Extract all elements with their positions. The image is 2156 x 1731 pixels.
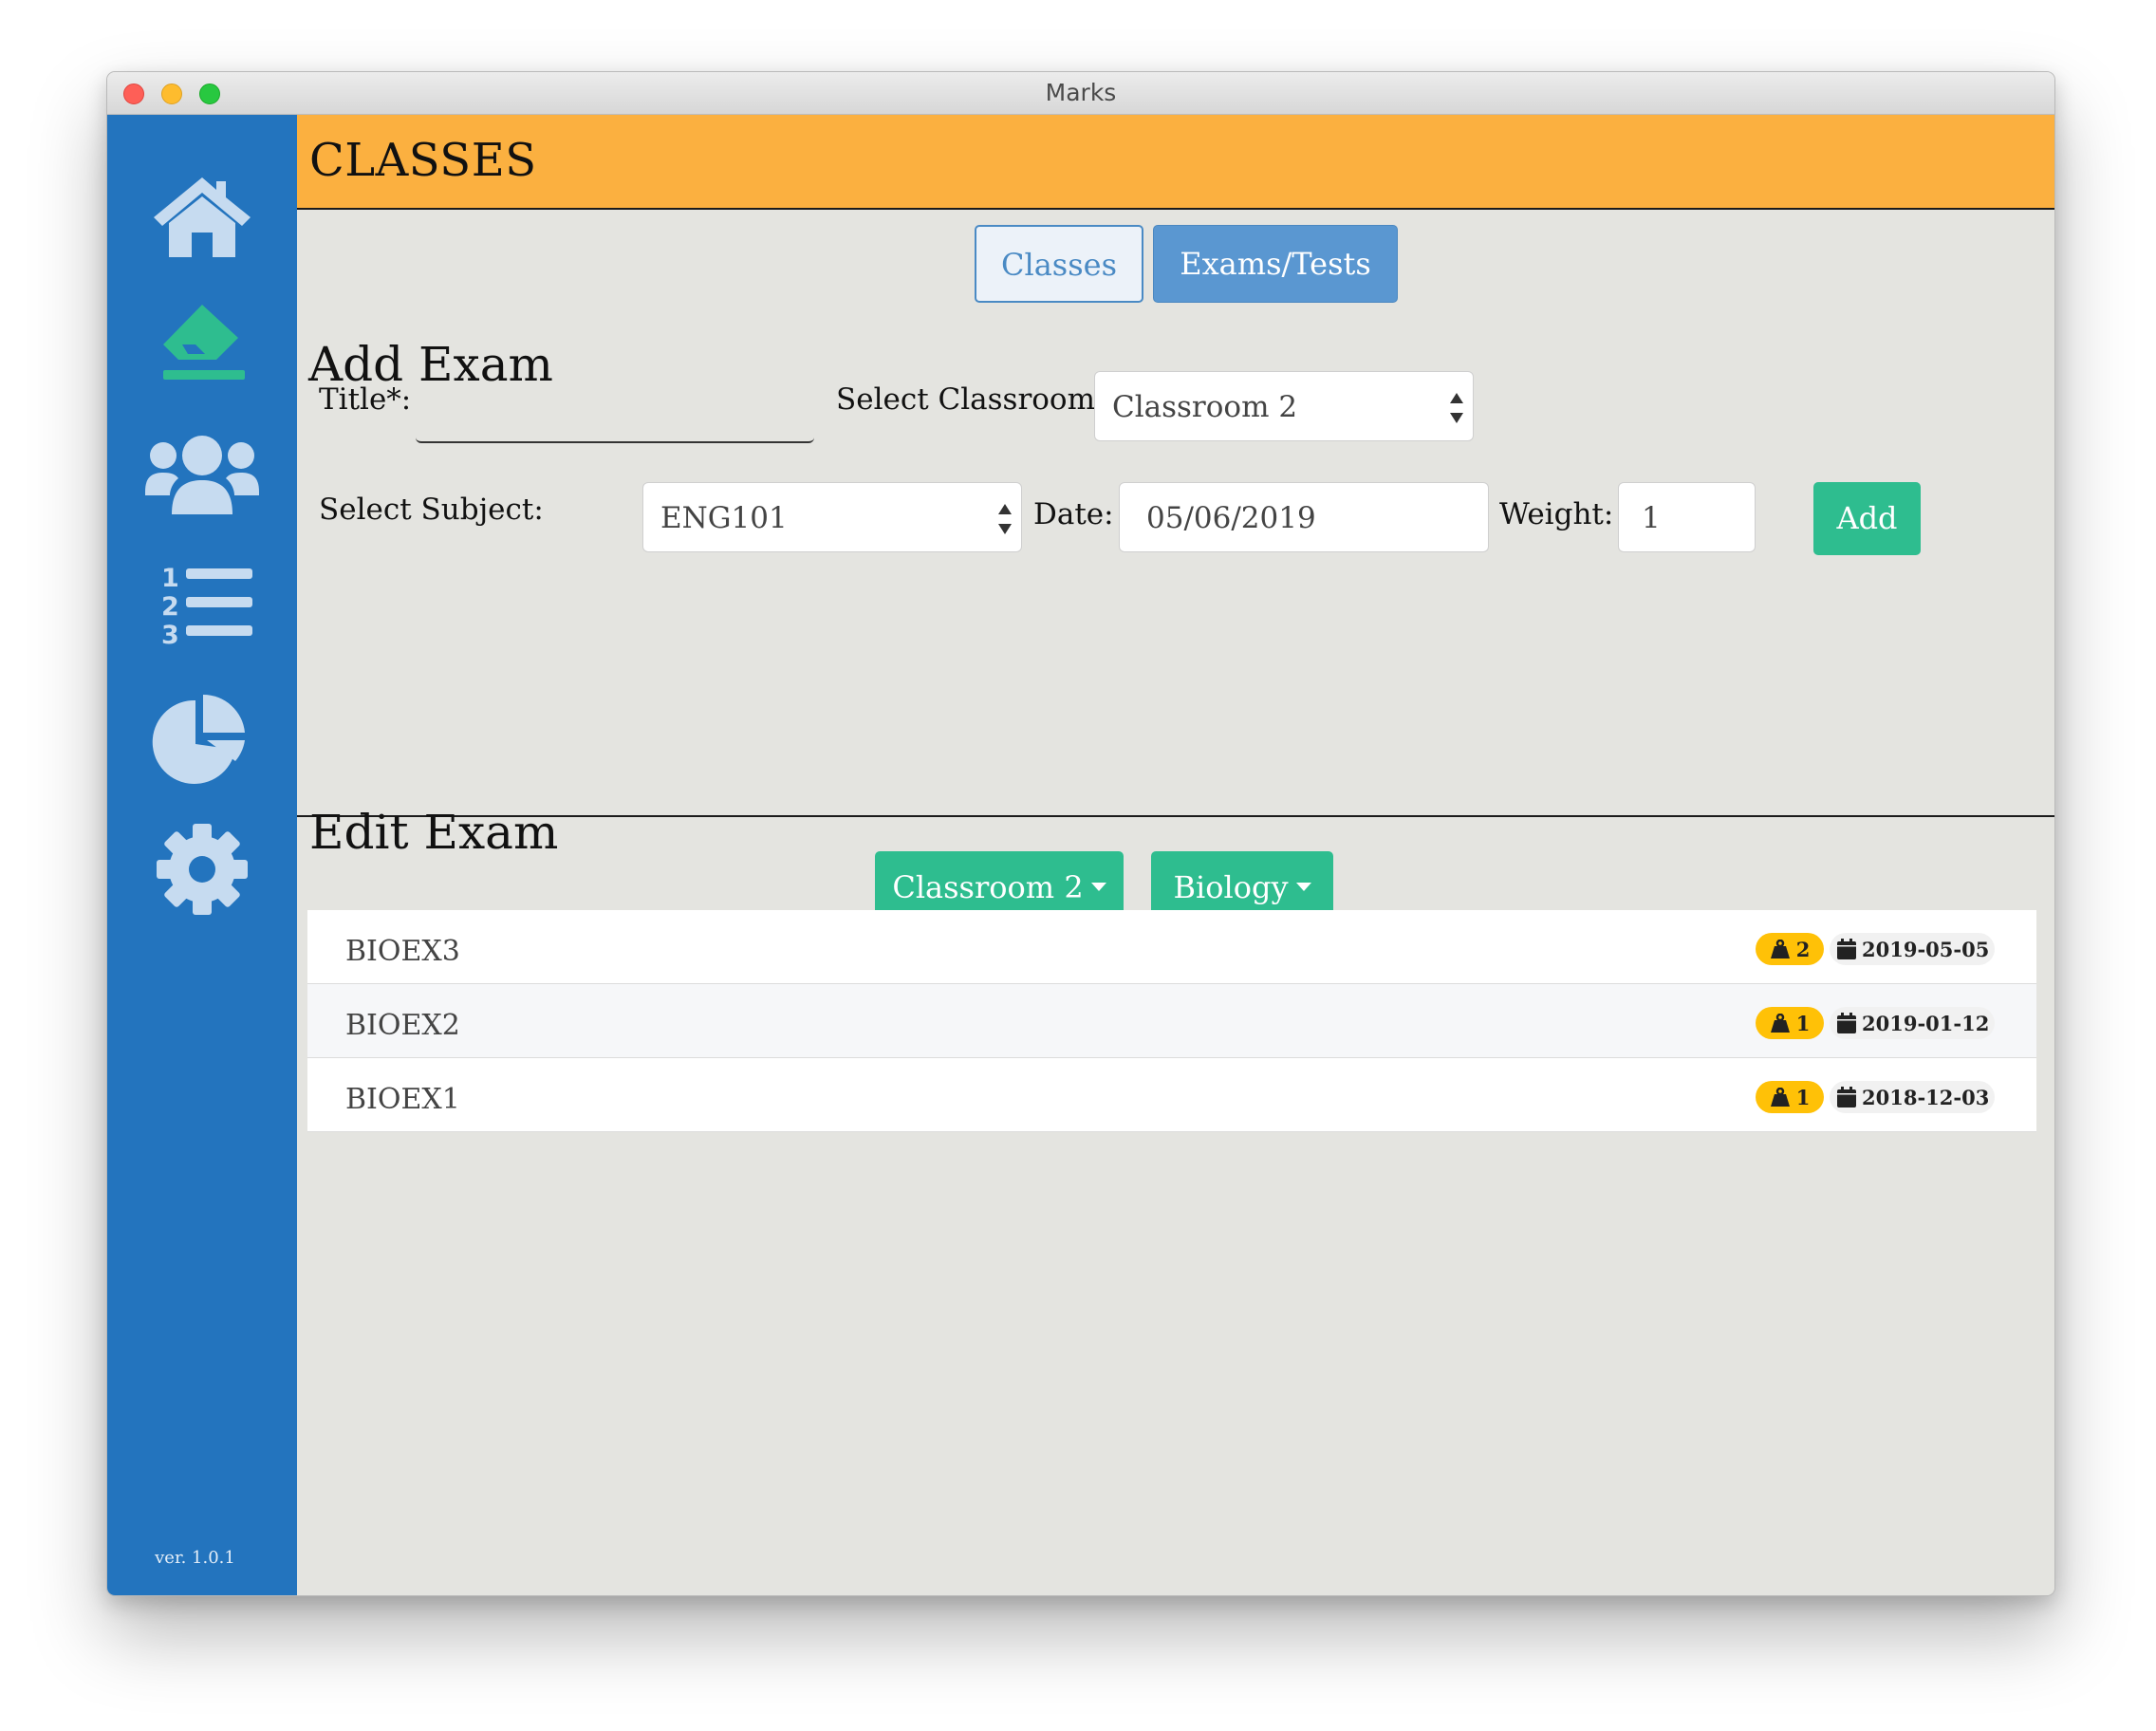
sidebar-item-grades[interactable]: 1 2 3 xyxy=(107,561,297,646)
caret-down-icon xyxy=(1295,883,1311,891)
weight-badge: 2 xyxy=(1756,933,1824,965)
exam-name: BIOEX3 xyxy=(345,935,460,968)
weight-badge: 1 xyxy=(1756,1081,1824,1113)
sidebar-item-statistics[interactable] xyxy=(107,691,297,786)
title-bar: Marks xyxy=(107,72,2054,115)
weight-icon xyxy=(1770,1088,1790,1107)
weight-badge: 1 xyxy=(1756,1007,1824,1039)
main-content: CLASSES Classes Exams/Tests Add Exam Tit… xyxy=(297,115,2054,1595)
weight-icon xyxy=(1770,1014,1790,1033)
pie-chart-icon xyxy=(152,694,245,784)
calendar-icon xyxy=(1837,1013,1856,1033)
section-divider xyxy=(297,815,2054,817)
calendar-icon xyxy=(1837,939,1856,959)
exam-name: BIOEX1 xyxy=(345,1083,460,1116)
weight-value: 1 xyxy=(1795,1011,1811,1035)
svg-text:2: 2 xyxy=(161,592,179,622)
version-label: ver. 1.0.1 xyxy=(155,1548,235,1568)
home-icon xyxy=(154,177,251,257)
edit-exam-heading: Edit Exam xyxy=(309,805,559,860)
svg-text:1: 1 xyxy=(161,564,179,593)
page-title: CLASSES xyxy=(309,134,537,187)
exam-row[interactable]: BIOEX2 1 2019-01-12 xyxy=(307,984,2036,1058)
classroom-filter-label: Classroom 2 xyxy=(892,869,1084,905)
subject-select[interactable]: ENG101 xyxy=(642,482,1022,552)
exam-row[interactable]: BIOEX1 1 2018-12-03 xyxy=(307,1058,2036,1132)
eraser-icon xyxy=(163,305,245,380)
exam-date: 2019-01-12 xyxy=(1862,1011,1990,1035)
exam-name: BIOEX2 xyxy=(345,1009,460,1042)
numbered-list-icon: 1 2 3 xyxy=(161,564,252,646)
date-badge: 2019-01-12 xyxy=(1830,1007,1995,1039)
app-window: Marks 1 2 3 ver. 1.0.1 CLASSES Classes E… xyxy=(106,71,2055,1596)
add-exam-button[interactable]: Add xyxy=(1813,482,1921,555)
sidebar-item-settings[interactable] xyxy=(107,822,297,917)
sidebar-item-students[interactable] xyxy=(107,433,297,518)
classroom-select[interactable]: Classroom 2 xyxy=(1094,371,1474,441)
exam-date: 2019-05-05 xyxy=(1862,937,1990,961)
subject-select-value: ENG101 xyxy=(660,501,788,535)
page-header: CLASSES xyxy=(297,115,2054,210)
weight-value: 1 xyxy=(1795,1085,1811,1109)
select-arrows-icon xyxy=(1450,393,1463,423)
weight-input[interactable]: 1 xyxy=(1618,482,1756,552)
select-subject-label: Select Subject: xyxy=(319,493,544,527)
gear-icon xyxy=(157,824,248,915)
users-icon xyxy=(145,436,259,514)
select-classroom-label: Select Classroom: xyxy=(836,382,1106,417)
title-label: Title*: xyxy=(319,382,412,417)
sidebar-item-classes[interactable] xyxy=(107,300,297,385)
sidebar-item-home[interactable] xyxy=(107,174,297,259)
subject-filter-label: Biology xyxy=(1173,869,1289,905)
caret-down-icon xyxy=(1090,883,1106,891)
date-input[interactable]: 05/06/2019 xyxy=(1119,482,1489,552)
window-title: Marks xyxy=(1045,79,1117,106)
exam-row[interactable]: BIOEX3 2 2019-05-05 xyxy=(307,910,2036,984)
select-arrows-icon xyxy=(998,504,1012,534)
weight-label: Weight: xyxy=(1499,497,1614,531)
exam-date: 2018-12-03 xyxy=(1862,1085,1990,1109)
date-label: Date: xyxy=(1033,497,1114,531)
exam-list: BIOEX3 2 2019-05-05 BIOEX2 1 2019-01-12 … xyxy=(307,910,2036,1132)
date-badge: 2018-12-03 xyxy=(1830,1081,1995,1113)
tab-exams-tests[interactable]: Exams/Tests xyxy=(1153,225,1398,303)
title-input[interactable] xyxy=(416,382,814,443)
weight-icon xyxy=(1770,940,1790,959)
svg-text:3: 3 xyxy=(161,621,179,646)
classroom-select-value: Classroom 2 xyxy=(1112,390,1298,424)
sidebar: 1 2 3 ver. 1.0.1 xyxy=(107,115,297,1595)
date-badge: 2019-05-05 xyxy=(1830,933,1995,965)
tab-classes[interactable]: Classes xyxy=(975,225,1143,303)
weight-value: 2 xyxy=(1795,937,1811,961)
calendar-icon xyxy=(1837,1087,1856,1107)
